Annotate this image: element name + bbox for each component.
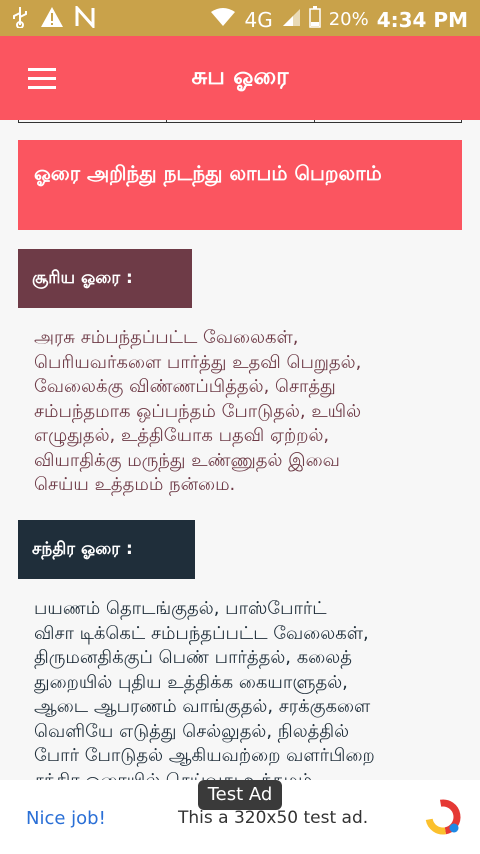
ad-banner[interactable]: Test Ad Nice job! This a 320x50 test ad. — [0, 780, 480, 854]
app-bar: சுப ஓரை — [0, 36, 480, 120]
section-label-surya: சூரிய ஓரை : — [18, 249, 192, 308]
text-line: வியாதிக்கு மருந்து உண்ணுதல் இவை — [34, 449, 340, 471]
text-line: விசா டிக்கெட் சம்பந்தப்பட்ட வேலைகள், — [34, 622, 369, 644]
section-label-chandra: சந்திர ஓரை : — [18, 520, 195, 579]
text-line: சம்பந்தமாக ஒப்பந்தம் போடுதல், உயில் — [34, 400, 362, 422]
text-line: போர் போடுதல் ஆகியவற்றை வளர்பிறை — [34, 745, 375, 766]
network-label: 4G — [244, 7, 273, 32]
battery-icon — [308, 6, 321, 33]
text-line: வேலைக்கு விண்ணப்பித்தல், சொத்து — [34, 376, 336, 397]
section-text-surya: அரசு சம்பந்தப்பட்ட வேலைகள், பெரியவர்களை … — [34, 326, 454, 498]
section-text-chandra: பயணம் தொடங்குதல், பாஸ்போர்ட் விசா டிக்கெ… — [34, 597, 454, 780]
text-line: திருமனதிக்குப் பெண் பார்த்தல், கலைத் — [34, 647, 352, 668]
text-line: சந்திர ஓரையில் செய்வது உத்தமம். — [34, 769, 319, 781]
wifi-icon — [210, 7, 236, 32]
table-bottom-edge — [18, 120, 462, 123]
warning-icon — [40, 6, 64, 32]
page-title: சுப ஓரை — [191, 62, 289, 90]
usb-icon — [10, 6, 30, 32]
text-line: பெரியவர்களை பார்த்து உதவி பெறுதல், — [34, 351, 362, 373]
text-line: எழுதுதல், உத்தியோக பதவி ஏற்றல், — [34, 425, 330, 446]
text-line: பயணம் தொடங்குதல், பாஸ்போர்ட் — [34, 598, 327, 619]
status-bar: 4G 20% 4:34 PM — [0, 0, 480, 36]
signal-icon — [281, 7, 301, 32]
text-line: ஆடை ஆபரணம் வாங்குதல், சரக்குகளை — [34, 696, 371, 717]
text-line: செய்ய உத்தமம் நன்மை. — [34, 474, 236, 495]
battery-percent: 20% — [328, 9, 369, 30]
clock: 4:34 PM — [376, 7, 468, 32]
content-scroll-area[interactable]: ஓரை அறிந்து நடந்து லாபம் பெறலாம் சூரிய ஓ… — [0, 120, 480, 780]
test-ad-badge: Test Ad — [198, 780, 282, 810]
n-icon — [74, 4, 96, 32]
ad-headline[interactable]: Nice job! — [26, 808, 106, 829]
ad-body-text[interactable]: This a 320x50 test ad. — [178, 808, 368, 828]
text-line: அரசு சம்பந்தப்பட்ட வேலைகள், — [34, 327, 299, 348]
adchoices-logo-icon[interactable] — [424, 798, 462, 836]
hero-banner: ஓரை அறிந்து நடந்து லாபம் பெறலாம் — [18, 140, 462, 230]
text-line: வெளியே எடுத்து செல்லுதல், நிலத்தில் — [34, 720, 350, 742]
text-line: துறையில் புதிய உத்திக்க கையாளுதல், — [34, 671, 348, 693]
